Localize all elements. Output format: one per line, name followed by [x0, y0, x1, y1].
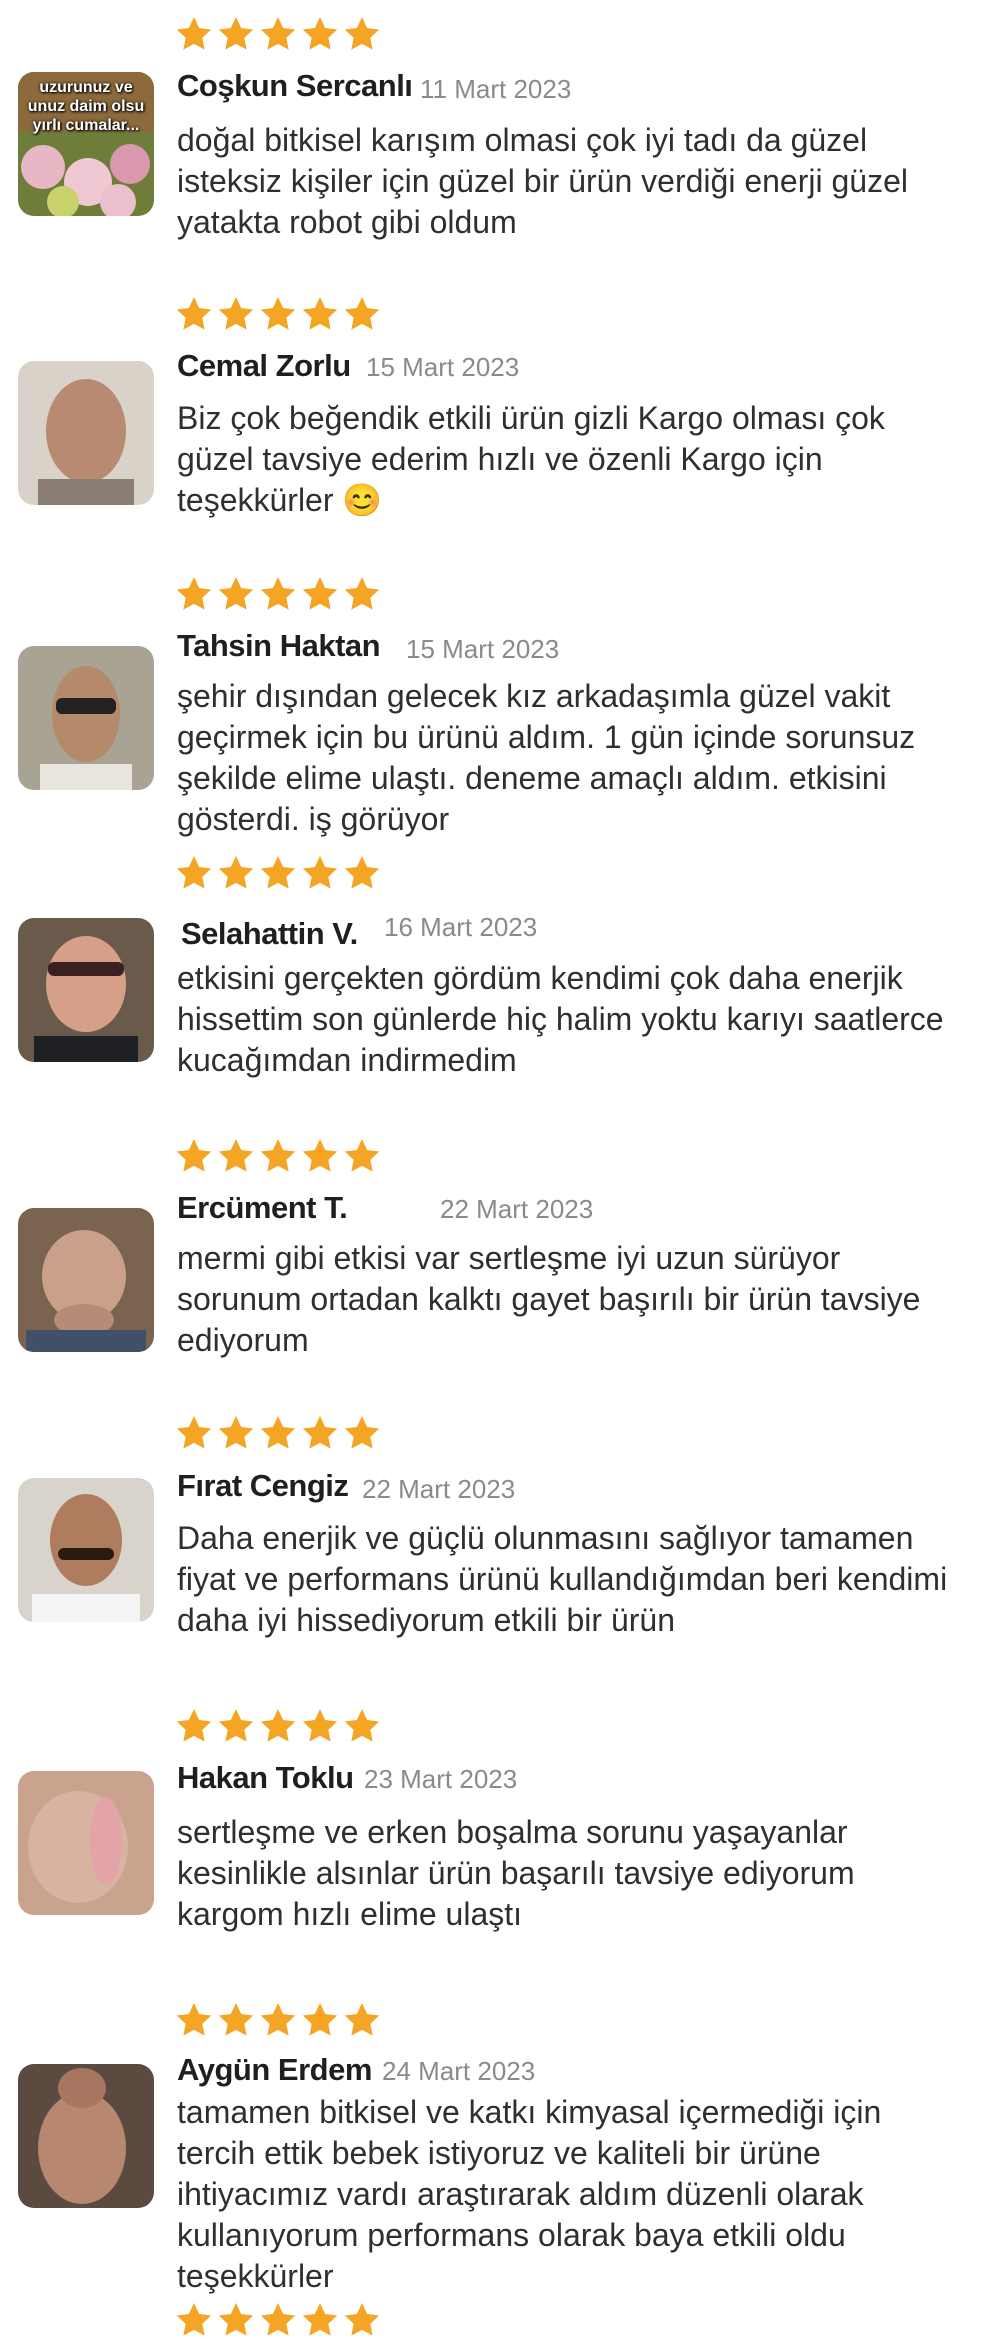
- star-rating: [174, 574, 382, 614]
- star-icon: [342, 14, 382, 54]
- star-icon: [300, 2300, 340, 2340]
- avatar: [18, 1771, 154, 1915]
- star-rating: [174, 1706, 382, 1746]
- star-icon: [258, 2000, 298, 2040]
- review-date: 23 Mart 2023: [364, 1764, 518, 1794]
- star-icon: [174, 2000, 214, 2040]
- reviewer-name: Ercüment T.: [177, 1190, 348, 1225]
- star-icon: [216, 294, 256, 334]
- star-icon: [300, 294, 340, 334]
- star-icon: [174, 14, 214, 54]
- star-icon: [342, 2000, 382, 2040]
- reviewer-name: Fırat Cengiz: [177, 1468, 349, 1503]
- avatar-image: [18, 2064, 154, 2208]
- avatar: [18, 2064, 154, 2208]
- star-icon: [258, 853, 298, 893]
- avatar: [18, 918, 154, 1062]
- star-icon: [174, 1706, 214, 1746]
- star-icon: [174, 853, 214, 893]
- star-rating: [174, 14, 382, 54]
- star-icon: [258, 1706, 298, 1746]
- star-icon: [258, 1136, 298, 1176]
- review-text: etkisini gerçekten gördüm kendimi çok da…: [177, 960, 944, 1078]
- star-icon: [342, 2300, 382, 2340]
- reviewer-name: Tahsin Haktan: [177, 628, 381, 663]
- star-icon: [300, 574, 340, 614]
- star-icon: [342, 1413, 382, 1453]
- avatar-image: [18, 1208, 154, 1352]
- star-icon: [216, 2000, 256, 2040]
- review-date: 15 Mart 2023: [406, 634, 560, 664]
- avatar-image: [18, 918, 154, 1062]
- star-icon: [342, 1706, 382, 1746]
- review-date: 24 Mart 2023: [382, 2056, 536, 2086]
- review-text: Daha enerjik ve güçlü olunmasını sağlıyo…: [177, 1520, 948, 1638]
- star-icon: [342, 294, 382, 334]
- star-icon: [216, 1413, 256, 1453]
- review-text: şehir dışından gelecek kız arkadaşımla g…: [177, 678, 916, 837]
- avatar-image: [18, 1771, 154, 1915]
- star-icon: [258, 294, 298, 334]
- star-icon: [174, 1413, 214, 1453]
- reviewer-name: Selahattin V.: [181, 916, 358, 951]
- star-icon: [342, 1136, 382, 1176]
- review-date: 11 Mart 2023: [420, 74, 572, 104]
- avatar-caption: uzurunuz ve unuz daim olsu yırlı cumalar…: [27, 79, 145, 134]
- avatar: [18, 361, 154, 505]
- star-rating: [174, 1136, 382, 1176]
- star-icon: [258, 574, 298, 614]
- review-text: doğal bitkisel karışım olmasi çok iyi ta…: [177, 122, 908, 240]
- review-date: 15 Mart 2023: [366, 352, 520, 382]
- avatar: [18, 1208, 154, 1352]
- review-text: mermi gibi etkisi var sertleşme iyi uzun…: [177, 1240, 921, 1358]
- star-icon: [174, 574, 214, 614]
- star-icon: [300, 1706, 340, 1746]
- star-icon: [216, 1136, 256, 1176]
- avatar: [18, 646, 154, 790]
- star-icon: [258, 2300, 298, 2340]
- star-icon: [258, 14, 298, 54]
- review-date: 22 Mart 2023: [440, 1194, 594, 1224]
- star-icon: [216, 574, 256, 614]
- review-text: tamamen bitkisel ve katkı kimyasal içerm…: [177, 2094, 882, 2294]
- avatar-image: [18, 646, 154, 790]
- star-icon: [342, 853, 382, 893]
- star-icon: [174, 1136, 214, 1176]
- reviewer-name: Aygün Erdem: [177, 2052, 372, 2087]
- star-icon: [174, 2300, 214, 2340]
- star-icon: [174, 294, 214, 334]
- star-icon: [216, 14, 256, 54]
- star-icon: [258, 1413, 298, 1453]
- star-icon: [342, 574, 382, 614]
- star-rating: [174, 853, 382, 893]
- reviewer-name: Hakan Toklu: [177, 1760, 354, 1795]
- star-icon: [300, 853, 340, 893]
- reviewer-name: Cemal Zorlu: [177, 348, 351, 383]
- review-text: sertleşme ve erken boşalma sorunu yaşaya…: [177, 1814, 855, 1932]
- review-date: 22 Mart 2023: [362, 1474, 516, 1504]
- avatar: [18, 1478, 154, 1622]
- star-icon: [300, 2000, 340, 2040]
- reviewer-name: Coşkun Sercanlı: [177, 68, 413, 103]
- star-icon: [300, 14, 340, 54]
- review-text: Biz çok beğendik etkili ürün gizli Kargo…: [177, 400, 885, 518]
- avatar: uzurunuz ve unuz daim olsu yırlı cumalar…: [18, 72, 154, 216]
- star-icon: [216, 1706, 256, 1746]
- review-date: 16 Mart 2023: [384, 912, 538, 942]
- avatar-image: [18, 361, 154, 505]
- avatar-image: [18, 1478, 154, 1622]
- star-rating: [174, 294, 382, 334]
- star-icon: [300, 1136, 340, 1176]
- star-icon: [300, 1413, 340, 1453]
- star-icon: [216, 2300, 256, 2340]
- star-rating: [174, 2000, 382, 2040]
- star-rating: [174, 2300, 382, 2340]
- star-icon: [216, 853, 256, 893]
- star-rating: [174, 1413, 382, 1453]
